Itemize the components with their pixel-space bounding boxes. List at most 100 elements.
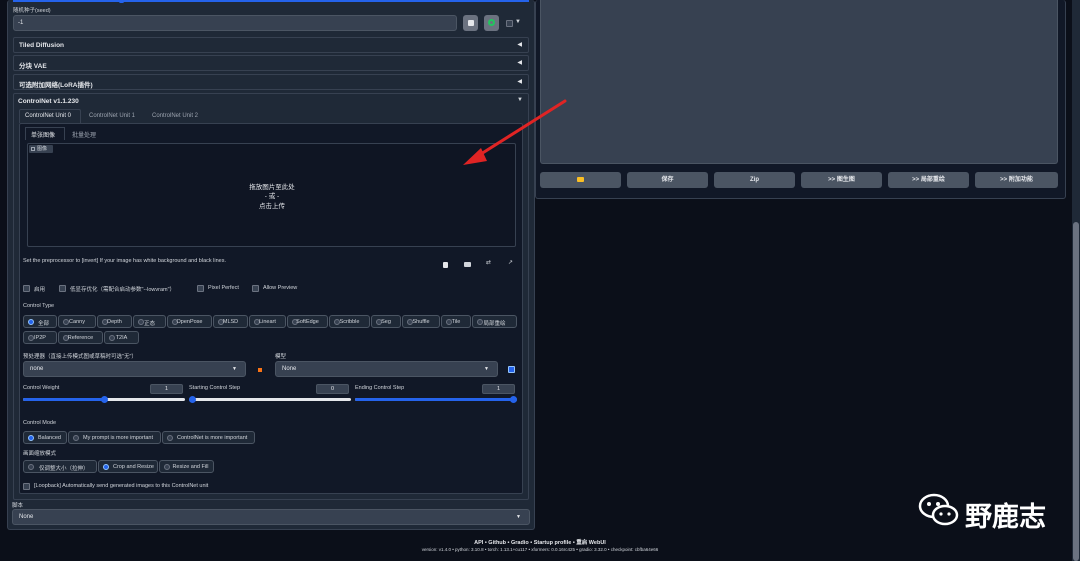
control-type-option[interactable]: IP2P <box>23 331 57 344</box>
ending-step-slider[interactable] <box>355 396 517 403</box>
accordion-tiled-vae[interactable]: 分块 VAE ◀ <box>13 55 529 71</box>
send-dimensions-icon[interactable]: ↗ <box>508 259 513 266</box>
slider-knob[interactable] <box>510 396 517 403</box>
slider-fill <box>355 398 517 401</box>
option-label: 正态 <box>143 321 155 327</box>
extra-seed-checkbox[interactable] <box>506 20 513 27</box>
option-label: ControlNet is more important <box>177 435 248 441</box>
low-vram-checkbox[interactable] <box>59 285 66 292</box>
seed-input[interactable]: -1 <box>13 15 457 31</box>
watermark-text: 野鹿志 <box>965 502 1046 532</box>
slider-knob[interactable] <box>100 396 108 403</box>
starting-step-value[interactable]: 0 <box>316 384 349 394</box>
script-dropdown[interactable]: None ▼ <box>12 509 530 525</box>
controlnet-title[interactable]: ControlNet v1.1.230 <box>18 98 79 105</box>
control-weight-value[interactable]: 1 <box>150 384 183 394</box>
slider-knob[interactable] <box>189 396 196 403</box>
control-type-option[interactable]: Tile <box>441 315 471 328</box>
model-value: None <box>282 366 297 372</box>
preprocessor-dropdown[interactable]: none ▼ <box>23 361 246 377</box>
control-mode-option[interactable]: ControlNet is more important <box>162 431 255 444</box>
page-scrollbar-thumb[interactable] <box>1073 222 1079 561</box>
control-type-option[interactable]: OpenPose <box>167 315 212 328</box>
dropdown-arrow-icon: ▼ <box>516 514 521 520</box>
tab-single-image[interactable]: 单张图像 <box>31 130 55 139</box>
extra-seed-triangle-icon[interactable]: ▼ <box>515 19 521 25</box>
control-type-option[interactable]: 正态 <box>133 315 166 328</box>
option-label: SoftEdge <box>296 319 319 325</box>
new-canvas-icon[interactable] <box>443 262 448 268</box>
refresh-models-icon[interactable] <box>508 366 515 373</box>
upload-text-2: - 或 - <box>264 193 280 200</box>
send-to-extras-button[interactable]: >> 附加功能 <box>975 172 1058 188</box>
enable-label: 启用 <box>34 287 46 293</box>
control-type-option[interactable]: Canny <box>58 315 96 328</box>
radio-dot <box>103 464 109 470</box>
option-label: Scribble <box>339 319 360 325</box>
preprocessor-value: none <box>30 366 44 372</box>
option-label: Balanced <box>38 435 61 441</box>
run-preprocessor-icon[interactable] <box>258 368 262 372</box>
accordion-lora[interactable]: 可选附加网络(LoRA插件) ◀ <box>13 74 529 90</box>
ending-step-value[interactable]: 1 <box>482 384 515 394</box>
resize-mode-option[interactable]: Resize and Fill <box>159 460 214 473</box>
starting-step-slider[interactable] <box>189 396 351 403</box>
control-type-option[interactable]: Lineart <box>249 315 286 328</box>
send-to-img2img-button[interactable]: >> 图生图 <box>801 172 882 188</box>
seed-value: -1 <box>18 20 24 26</box>
tab-controlnet-unit-1[interactable]: ControlNet Unit 1 <box>89 113 135 119</box>
wechat-logo <box>918 493 960 527</box>
tab-controlnet-unit-0[interactable]: ControlNet Unit 0 <box>25 113 71 119</box>
option-label: IP2P <box>34 335 46 341</box>
collapse-triangle-icon: ◀ <box>517 60 522 66</box>
control-type-option[interactable]: SoftEdge <box>287 315 328 328</box>
option-label: OpenPose <box>176 319 203 325</box>
allow-preview-label: Allow Preview <box>263 285 298 291</box>
script-label: 脚本 <box>12 503 24 509</box>
control-type-option[interactable]: Shuffle <box>402 315 440 328</box>
pixel-perfect-checkbox[interactable] <box>197 285 204 292</box>
control-mode-option[interactable]: Balanced <box>23 431 67 444</box>
option-label: Canny <box>69 319 85 325</box>
zip-button[interactable]: Zip <box>714 172 795 188</box>
footer-links[interactable]: API • Github • Gradio • Startup profile … <box>330 538 750 546</box>
accordion-title: 分块 VAE <box>19 63 47 70</box>
send-to-inpaint-button[interactable]: >> 局部重绘 <box>888 172 969 188</box>
collapse-triangle-icon: ◀ <box>517 79 522 85</box>
loopback-label: [Loopback] Automatically send generated … <box>34 483 209 489</box>
save-button[interactable]: 保存 <box>627 172 708 188</box>
control-type-option[interactable]: 全部 <box>23 315 57 328</box>
resize-mode-option[interactable]: Crop and Resize <box>98 460 158 473</box>
control-type-option[interactable]: MLSD <box>213 315 248 328</box>
control-type-option[interactable]: T2IA <box>104 331 139 344</box>
control-weight-slider[interactable] <box>23 396 185 403</box>
enable-checkbox[interactable] <box>23 285 30 292</box>
random-seed-button[interactable] <box>463 15 478 31</box>
reuse-seed-button[interactable] <box>484 15 499 31</box>
radio-dot <box>167 435 173 441</box>
loopback-checkbox[interactable] <box>23 483 30 490</box>
control-type-option[interactable]: Reference <box>58 331 103 344</box>
accordion-title: 可选附加网络(LoRA插件) <box>19 82 93 89</box>
script-value: None <box>19 514 34 520</box>
top-slider-knob[interactable] <box>119 0 124 3</box>
image-badge-label: 图像 <box>37 146 48 152</box>
control-type-option[interactable]: Scribble <box>329 315 370 328</box>
control-type-option[interactable]: Seg <box>371 315 401 328</box>
swap-arrows-icon[interactable]: ⇄ <box>486 259 491 266</box>
option-label: Lineart <box>259 319 276 325</box>
control-type-option[interactable]: Depth <box>97 315 132 328</box>
accordion-tiled-diffusion[interactable]: Tiled Diffusion ◀ <box>13 37 529 53</box>
control-mode-option[interactable]: My prompt is more important <box>68 431 161 444</box>
annotation-arrow <box>463 99 567 165</box>
model-dropdown[interactable]: None ▼ <box>275 361 498 377</box>
radio-dot <box>28 319 34 325</box>
tab-batch[interactable]: 批量处理 <box>72 130 96 139</box>
output-gallery[interactable] <box>540 0 1058 164</box>
allow-preview-checkbox[interactable] <box>252 285 259 292</box>
tab-controlnet-unit-2[interactable]: ControlNet Unit 2 <box>152 113 198 119</box>
slider-fill <box>23 398 104 401</box>
control-type-option[interactable]: 局部重绘 <box>472 315 517 328</box>
resize-mode-option[interactable]: 仅调整大小（拉伸） <box>23 460 97 473</box>
camera-icon[interactable] <box>464 262 471 267</box>
